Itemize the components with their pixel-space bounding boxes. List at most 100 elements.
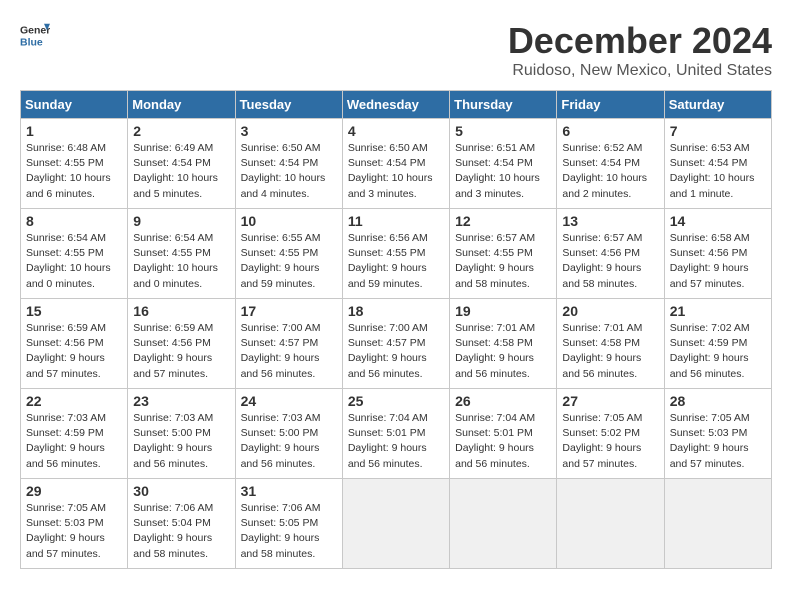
calendar-table: SundayMondayTuesdayWednesdayThursdayFrid… (20, 90, 772, 569)
day-info: Sunrise: 6:57 AM Sunset: 4:56 PM Dayligh… (562, 231, 658, 292)
day-cell-9: 9Sunrise: 6:54 AM Sunset: 4:55 PM Daylig… (128, 209, 235, 299)
day-cell-13: 13 Sunrise: 6:57 AM Sunset: 4:56 PM Dayli… (557, 209, 664, 299)
day-number: 14 (670, 213, 766, 229)
day-cell-22: 22 Sunrise: 7:03 AM Sunset: 4:59 PM Dayli… (21, 389, 128, 479)
day-number: 23 (133, 393, 229, 409)
day-cell-2: 2 Sunrise: 6:49 AM Sunset: 4:54 PM Daylig… (128, 119, 235, 209)
day-info: Sunrise: 7:05 AM Sunset: 5:03 PM Dayligh… (670, 411, 766, 472)
day-number: 31 (241, 483, 337, 499)
weekday-header-monday: Monday (128, 91, 235, 119)
day-info: Sunrise: 7:01 AM Sunset: 4:58 PM Dayligh… (455, 321, 551, 382)
day-info: Sunrise: 7:03 AM Sunset: 5:00 PM Dayligh… (133, 411, 229, 472)
day-info: Sunrise: 7:01 AM Sunset: 4:58 PM Dayligh… (562, 321, 658, 382)
day-cell-17: 17Sunrise: 7:00 AM Sunset: 4:57 PM Dayli… (235, 299, 342, 389)
day-cell-6: 6 Sunrise: 6:52 AM Sunset: 4:54 PM Daylig… (557, 119, 664, 209)
weekday-header-wednesday: Wednesday (342, 91, 449, 119)
title-area: December 2024 Ruidoso, New Mexico, Unite… (508, 20, 772, 80)
day-number: 11 (348, 213, 444, 229)
header: General Blue December 2024 Ruidoso, New … (20, 20, 772, 80)
day-number: 13 (562, 213, 658, 229)
day-info: Sunrise: 7:05 AM Sunset: 5:02 PM Dayligh… (562, 411, 658, 472)
day-info: Sunrise: 6:54 AM Sunset: 4:55 PM Dayligh… (26, 231, 122, 292)
day-number: 20 (562, 303, 658, 319)
day-number: 1 (26, 123, 122, 139)
day-cell-20: 20 Sunrise: 7:01 AM Sunset: 4:58 PM Dayli… (557, 299, 664, 389)
day-number: 8 (26, 213, 122, 229)
day-number: 6 (562, 123, 658, 139)
day-info: Sunrise: 7:03 AM Sunset: 5:00 PM Dayligh… (241, 411, 337, 472)
day-cell-21: 21 Sunrise: 7:02 AM Sunset: 4:59 PM Dayli… (664, 299, 771, 389)
day-cell-12: 12 Sunrise: 6:57 AM Sunset: 4:55 PM Dayli… (450, 209, 557, 299)
day-info: Sunrise: 7:00 AM Sunset: 4:57 PM Dayligh… (241, 321, 337, 382)
day-number: 4 (348, 123, 444, 139)
day-number: 26 (455, 393, 551, 409)
day-cell-25: 25Sunrise: 7:04 AM Sunset: 5:01 PM Dayli… (342, 389, 449, 479)
empty-cell (450, 479, 557, 569)
day-number: 27 (562, 393, 658, 409)
day-number: 10 (241, 213, 337, 229)
day-number: 28 (670, 393, 766, 409)
weekday-header-friday: Friday (557, 91, 664, 119)
day-info: Sunrise: 7:04 AM Sunset: 5:01 PM Dayligh… (455, 411, 551, 472)
day-number: 19 (455, 303, 551, 319)
day-info: Sunrise: 6:59 AM Sunset: 4:56 PM Dayligh… (133, 321, 229, 382)
day-info: Sunrise: 6:56 AM Sunset: 4:55 PM Dayligh… (348, 231, 444, 292)
day-number: 15 (26, 303, 122, 319)
svg-text:Blue: Blue (20, 37, 43, 49)
empty-cell (557, 479, 664, 569)
day-cell-29: 29 Sunrise: 7:05 AM Sunset: 5:03 PM Dayli… (21, 479, 128, 569)
day-cell-1: 1 Sunrise: 6:48 AM Sunset: 4:55 PM Daylig… (21, 119, 128, 209)
day-info: Sunrise: 6:50 AM Sunset: 4:54 PM Dayligh… (241, 141, 337, 202)
day-cell-24: 24Sunrise: 7:03 AM Sunset: 5:00 PM Dayli… (235, 389, 342, 479)
day-cell-8: 8 Sunrise: 6:54 AM Sunset: 4:55 PM Daylig… (21, 209, 128, 299)
day-info: Sunrise: 7:02 AM Sunset: 4:59 PM Dayligh… (670, 321, 766, 382)
day-info: Sunrise: 6:55 AM Sunset: 4:55 PM Dayligh… (241, 231, 337, 292)
calendar-week-2: 8 Sunrise: 6:54 AM Sunset: 4:55 PM Daylig… (21, 209, 772, 299)
day-cell-23: 23 Sunrise: 7:03 AM Sunset: 5:00 PM Dayli… (128, 389, 235, 479)
weekday-header-thursday: Thursday (450, 91, 557, 119)
weekday-header-sunday: Sunday (21, 91, 128, 119)
day-cell-18: 18 Sunrise: 7:00 AM Sunset: 4:57 PM Dayli… (342, 299, 449, 389)
day-number: 29 (26, 483, 122, 499)
day-cell-3: 3Sunrise: 6:50 AM Sunset: 4:54 PM Daylig… (235, 119, 342, 209)
calendar-week-3: 15 Sunrise: 6:59 AM Sunset: 4:56 PM Dayli… (21, 299, 772, 389)
weekday-header-tuesday: Tuesday (235, 91, 342, 119)
day-info: Sunrise: 6:58 AM Sunset: 4:56 PM Dayligh… (670, 231, 766, 292)
empty-cell (664, 479, 771, 569)
day-info: Sunrise: 6:52 AM Sunset: 4:54 PM Dayligh… (562, 141, 658, 202)
empty-cell (342, 479, 449, 569)
day-cell-4: 4Sunrise: 6:50 AM Sunset: 4:54 PM Daylig… (342, 119, 449, 209)
calendar-week-5: 29 Sunrise: 7:05 AM Sunset: 5:03 PM Dayli… (21, 479, 772, 569)
location-title: Ruidoso, New Mexico, United States (508, 62, 772, 80)
day-number: 2 (133, 123, 229, 139)
weekday-header-row: SundayMondayTuesdayWednesdayThursdayFrid… (21, 91, 772, 119)
day-info: Sunrise: 6:57 AM Sunset: 4:55 PM Dayligh… (455, 231, 551, 292)
day-number: 12 (455, 213, 551, 229)
day-cell-26: 26 Sunrise: 7:04 AM Sunset: 5:01 PM Dayli… (450, 389, 557, 479)
day-info: Sunrise: 6:53 AM Sunset: 4:54 PM Dayligh… (670, 141, 766, 202)
day-info: Sunrise: 7:03 AM Sunset: 4:59 PM Dayligh… (26, 411, 122, 472)
calendar-week-4: 22 Sunrise: 7:03 AM Sunset: 4:59 PM Dayli… (21, 389, 772, 479)
day-cell-30: 30Sunrise: 7:06 AM Sunset: 5:04 PM Dayli… (128, 479, 235, 569)
day-cell-15: 15 Sunrise: 6:59 AM Sunset: 4:56 PM Dayli… (21, 299, 128, 389)
day-number: 5 (455, 123, 551, 139)
day-cell-7: 7 Sunrise: 6:53 AM Sunset: 4:54 PM Daylig… (664, 119, 771, 209)
day-cell-5: 5Sunrise: 6:51 AM Sunset: 4:54 PM Daylig… (450, 119, 557, 209)
day-info: Sunrise: 7:05 AM Sunset: 5:03 PM Dayligh… (26, 501, 122, 562)
logo: General Blue (20, 20, 50, 50)
day-number: 22 (26, 393, 122, 409)
logo-icon: General Blue (20, 20, 50, 50)
day-number: 7 (670, 123, 766, 139)
day-info: Sunrise: 6:48 AM Sunset: 4:55 PM Dayligh… (26, 141, 122, 202)
day-info: Sunrise: 6:59 AM Sunset: 4:56 PM Dayligh… (26, 321, 122, 382)
day-info: Sunrise: 6:49 AM Sunset: 4:54 PM Dayligh… (133, 141, 229, 202)
weekday-header-saturday: Saturday (664, 91, 771, 119)
day-info: Sunrise: 7:04 AM Sunset: 5:01 PM Dayligh… (348, 411, 444, 472)
day-number: 18 (348, 303, 444, 319)
day-cell-19: 19 Sunrise: 7:01 AM Sunset: 4:58 PM Dayli… (450, 299, 557, 389)
day-cell-14: 14 Sunrise: 6:58 AM Sunset: 4:56 PM Dayli… (664, 209, 771, 299)
calendar-week-1: 1 Sunrise: 6:48 AM Sunset: 4:55 PM Daylig… (21, 119, 772, 209)
day-number: 9 (133, 213, 229, 229)
day-number: 21 (670, 303, 766, 319)
day-info: Sunrise: 7:00 AM Sunset: 4:57 PM Dayligh… (348, 321, 444, 382)
